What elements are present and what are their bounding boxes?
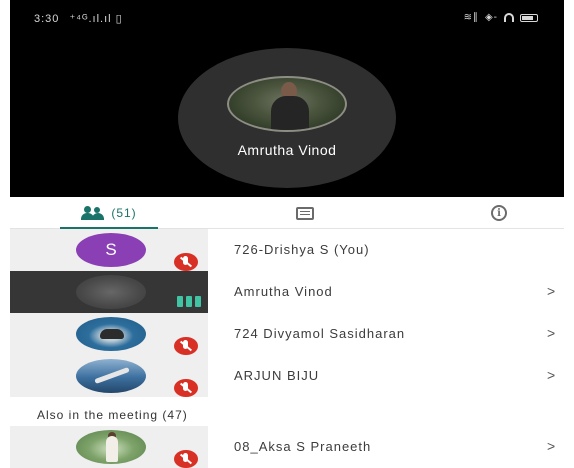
participant-row[interactable]: ARJUN BIJU > [10, 355, 564, 397]
participant-tile: S [10, 229, 208, 271]
avatar-letter: S [105, 240, 117, 259]
participant-tile [10, 271, 208, 313]
people-icon [81, 206, 105, 220]
chevron-right-icon[interactable]: > [547, 438, 555, 454]
tab-people[interactable]: (51) [60, 197, 158, 230]
section-header-also-in-meeting: Also in the meeting (47) [37, 408, 188, 422]
participant-row[interactable]: 724 Divyamol Sasidharan > [10, 313, 564, 355]
people-count: (51) [111, 206, 137, 220]
avatar [76, 275, 146, 309]
mic-muted-icon [174, 379, 198, 397]
chevron-right-icon[interactable]: > [547, 283, 555, 299]
battery-icon [520, 13, 538, 22]
alarm-icon: ◈- [484, 12, 498, 23]
status-bar-right: ≋∥ ◈- [464, 12, 538, 23]
participant-name: ARJUN BIJU [234, 368, 320, 383]
participant-tile [10, 313, 208, 355]
status-time: 3:30 [34, 13, 60, 25]
signal-icon: ⁺⁴ᴳ.ıl.ıl ▯ [69, 13, 123, 25]
participant-name: 726-Drishya S (You) [234, 242, 370, 257]
avatar [76, 430, 146, 464]
wifi-icon: ≋∥ [463, 12, 479, 23]
speaker-avatar [227, 76, 347, 132]
participant-row[interactable]: Amrutha Vinod > [10, 271, 564, 313]
chevron-right-icon[interactable]: > [547, 367, 555, 383]
mic-muted-icon [174, 450, 198, 468]
avatar [76, 359, 146, 393]
video-stage[interactable]: 3:30 ⁺⁴ᴳ.ıl.ıl ▯ ≋∥ ◈- Amrutha Vinod [10, 0, 564, 197]
mic-muted-icon [174, 253, 198, 271]
status-bar-left: 3:30 ⁺⁴ᴳ.ıl.ıl ▯ [34, 12, 123, 25]
participant-name: Amrutha Vinod [234, 284, 333, 299]
chat-icon [296, 206, 314, 220]
mic-muted-icon [174, 337, 198, 355]
headset-icon [504, 13, 514, 22]
avatar [76, 317, 146, 351]
participant-name: 724 Divyamol Sasidharan [234, 326, 406, 341]
participant-row[interactable]: S 726-Drishya S (You) [10, 229, 564, 271]
meeting-tabbar: (51) i [10, 197, 564, 230]
tab-info[interactable]: i [484, 197, 514, 229]
speaker-name: Amrutha Vinod [237, 142, 337, 158]
participant-name: 08_Aksa S Praneeth [234, 439, 372, 454]
participant-tile [10, 355, 208, 397]
speaker-shirt [271, 96, 309, 130]
participant-tile [10, 426, 208, 468]
tab-chat[interactable] [290, 197, 320, 229]
talking-indicator-icon [177, 296, 207, 307]
participant-row[interactable]: 08_Aksa S Praneeth > [10, 426, 564, 468]
chevron-right-icon[interactable]: > [547, 325, 555, 341]
info-icon: i [491, 205, 507, 221]
avatar: S [76, 233, 146, 267]
